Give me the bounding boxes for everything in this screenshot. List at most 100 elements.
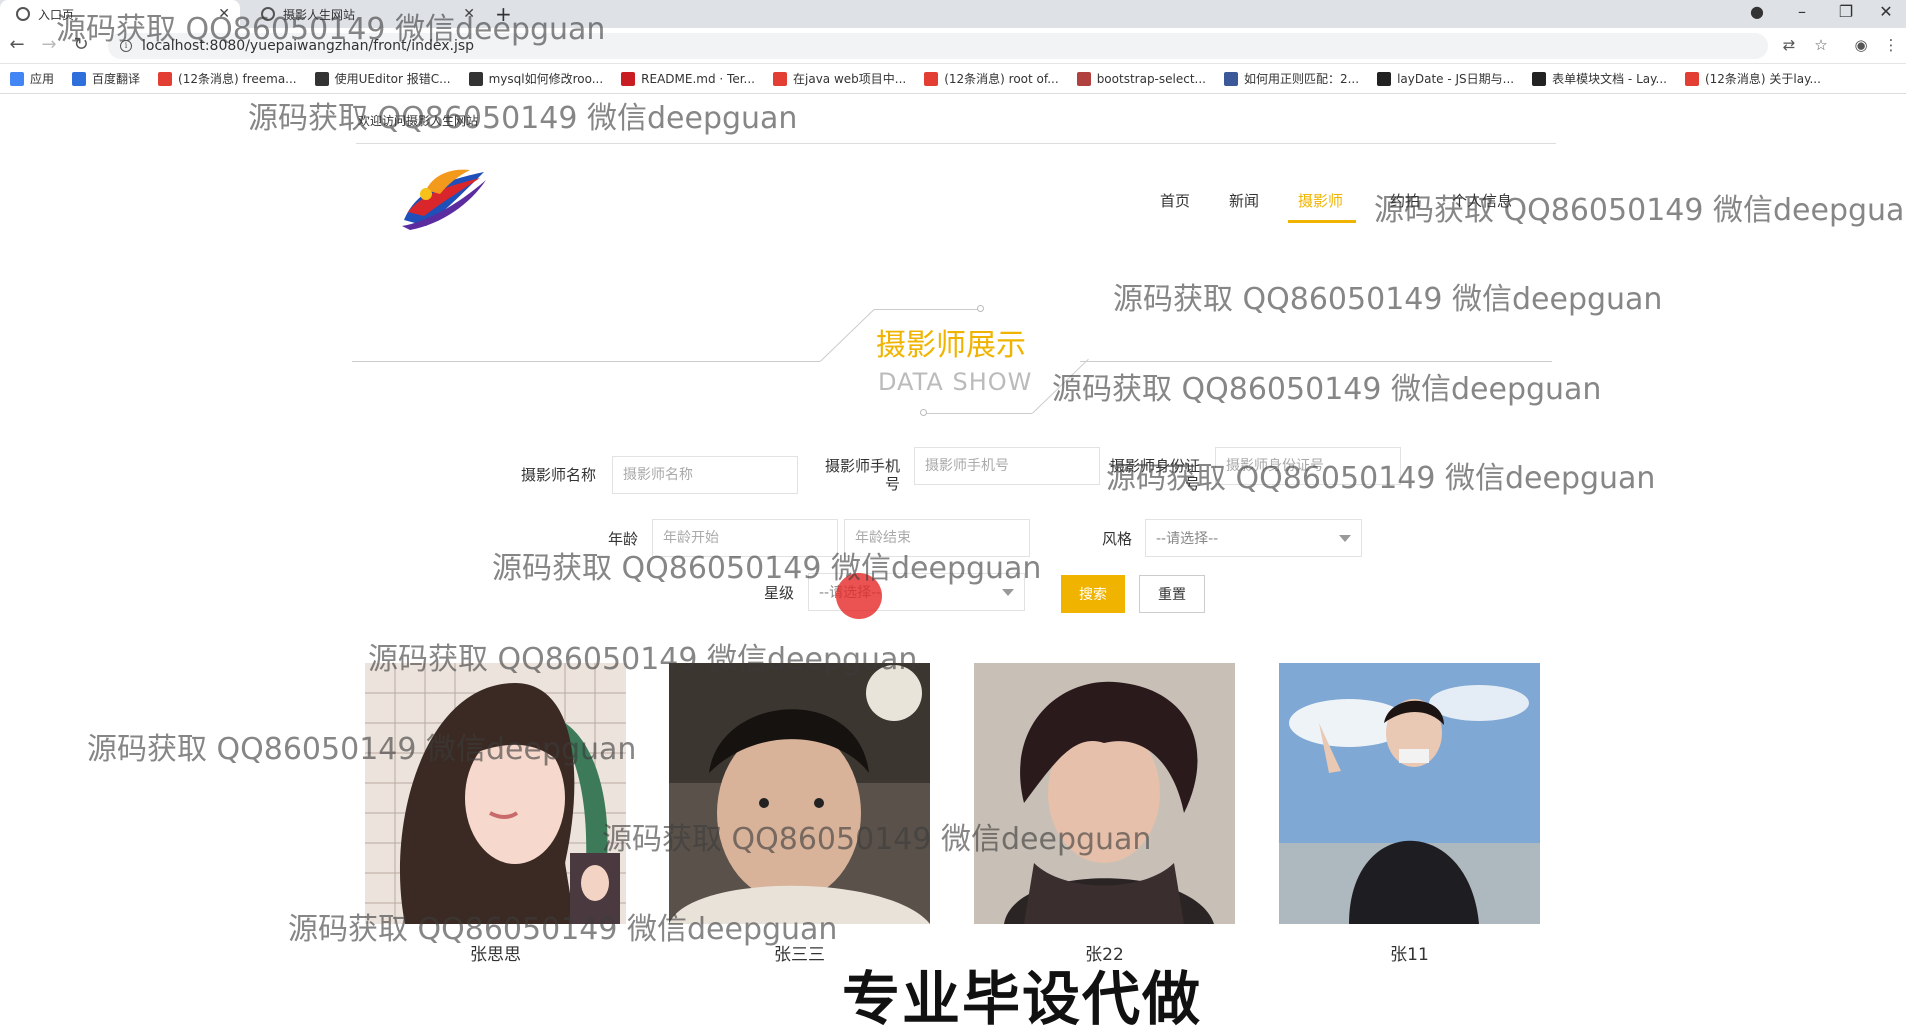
age-filter-label: 年龄 xyxy=(607,530,638,548)
csdn-icon xyxy=(773,71,787,86)
bookmark-label: 百度翻译 xyxy=(92,72,141,86)
bookmark-label: (12条消息) root of... xyxy=(944,72,1059,86)
section-divider-right xyxy=(1080,361,1552,362)
cnblogs-icon xyxy=(468,71,483,86)
bookmark-item[interactable]: mysql如何修改roo... xyxy=(468,70,604,87)
decorative-dot xyxy=(920,409,927,416)
bookmark-label: 应用 xyxy=(30,72,55,86)
url-field[interactable]: i localhost:8080/yuepaiwangzhan/front/in… xyxy=(108,33,1768,59)
decorative-line xyxy=(874,309,980,310)
csdn-icon xyxy=(1684,71,1699,86)
profile-dropdown-icon[interactable]: ● xyxy=(1737,2,1777,21)
nav-item-news[interactable]: 新闻 xyxy=(1229,190,1259,211)
profile-icon[interactable]: ◉ xyxy=(1850,36,1872,54)
bookmark-item[interactable]: (12条消息) root of... xyxy=(924,70,1059,87)
close-icon[interactable]: ✕ xyxy=(218,6,230,22)
csdn-icon xyxy=(924,71,939,86)
site-logo[interactable] xyxy=(396,160,488,232)
chevron-down-icon xyxy=(1339,535,1351,542)
photographer-card[interactable]: 张11 xyxy=(1279,663,1540,965)
url-text: localhost:8080/yuepaiwangzhan/front/inde… xyxy=(142,38,475,54)
bookmark-label: (12条消息) 关于lay... xyxy=(1704,72,1821,86)
age-start-input[interactable] xyxy=(652,519,838,557)
search-button[interactable]: 搜索 xyxy=(1061,575,1125,613)
new-tab-button[interactable]: + xyxy=(495,2,512,26)
photographer-idcard-input[interactable] xyxy=(1215,447,1401,485)
bookmark-item[interactable]: README.md · Ter... xyxy=(621,71,755,86)
watermark: 源码获取 QQ86050149 微信deepguan xyxy=(1052,372,1602,407)
photographer-card[interactable]: 张思思 xyxy=(365,663,626,965)
nav-item-appointments[interactable]: 约拍 xyxy=(1390,190,1420,211)
nav-item-photographers[interactable]: 摄影师 xyxy=(1298,190,1343,211)
reload-icon[interactable]: ↻ xyxy=(70,34,92,55)
photographer-name-input[interactable] xyxy=(612,456,798,494)
click-highlight xyxy=(836,573,882,619)
photographer-photo[interactable] xyxy=(365,663,626,924)
close-icon[interactable]: ✕ xyxy=(463,6,475,22)
back-icon[interactable]: ← xyxy=(6,34,28,55)
watermark: 源码获取 QQ86050149 微信deepguan xyxy=(248,101,798,136)
window-close-button[interactable]: ✕ xyxy=(1866,2,1906,21)
decorative-line xyxy=(820,308,875,362)
style-select[interactable]: --请选择-- xyxy=(1145,519,1362,557)
bookmark-item[interactable]: 表单模块文档 - Lay... xyxy=(1532,70,1667,87)
photographer-phone-input[interactable] xyxy=(914,447,1100,485)
bookmark-label: README.md · Ter... xyxy=(641,71,755,86)
bookmark-item[interactable]: 在java web项目中... xyxy=(773,70,906,87)
restore-button[interactable]: ❐ xyxy=(1826,2,1866,21)
site-icon xyxy=(1076,71,1091,86)
photographer-card[interactable]: 张三三 xyxy=(669,663,930,965)
header-divider xyxy=(356,143,1556,144)
apps-grid-icon xyxy=(10,71,24,86)
cnblogs-icon xyxy=(314,71,329,86)
gitee-icon xyxy=(621,71,636,86)
translate-icon[interactable]: ⇄ xyxy=(1778,36,1800,54)
bookmark-label: mysql如何修改roo... xyxy=(488,72,604,86)
photographer-photo[interactable] xyxy=(669,663,930,924)
minimize-button[interactable]: – xyxy=(1782,2,1822,21)
bookmark-item[interactable]: 如何用正则匹配：2... xyxy=(1223,70,1360,87)
photographer-name[interactable]: 张思思 xyxy=(365,940,626,965)
nav-active-underline xyxy=(1288,220,1356,223)
photographer-card[interactable]: 张22 xyxy=(974,663,1235,965)
bookmark-star-icon[interactable]: ☆ xyxy=(1810,36,1832,54)
info-icon[interactable]: i xyxy=(120,40,132,52)
name-filter-label: 摄影师名称 xyxy=(520,466,596,484)
style-select-value: --请选择-- xyxy=(1156,531,1219,547)
layui-icon xyxy=(1377,71,1392,86)
browser-tab[interactable]: 入口页 ✕ xyxy=(0,0,240,28)
bookmark-item[interactable]: (12条消息) freema... xyxy=(158,70,297,87)
bookmark-item[interactable]: 应用 xyxy=(10,70,54,87)
chevron-down-icon xyxy=(1002,589,1014,596)
photographer-name[interactable]: 张11 xyxy=(1279,940,1540,965)
photographer-photo[interactable] xyxy=(974,663,1235,924)
photographer-photo[interactable] xyxy=(1279,663,1540,924)
section-title: 摄影师展示 xyxy=(876,328,1026,363)
age-end-input[interactable] xyxy=(844,519,1030,557)
idcard-filter-label: 摄影师身份证号 xyxy=(1110,457,1201,493)
bookmark-label: 在java web项目中... xyxy=(793,72,907,86)
forward-icon[interactable]: → xyxy=(38,34,60,55)
nav-item-profile[interactable]: 个人信息 xyxy=(1452,190,1512,211)
bookmark-item[interactable]: layDate - JS日期与... xyxy=(1377,70,1514,87)
bookmark-label: 如何用正则匹配：2... xyxy=(1243,72,1360,86)
bookmark-item[interactable]: bootstrap-select... xyxy=(1076,71,1206,86)
bookmark-label: layDate - JS日期与... xyxy=(1397,72,1515,86)
bookmark-label: (12条消息) freema... xyxy=(178,72,297,86)
reset-button[interactable]: 重置 xyxy=(1139,575,1205,613)
browser-tab[interactable]: 摄影人生网站 ✕ xyxy=(245,0,485,28)
style-filter-label: 风格 xyxy=(1101,530,1132,548)
section-subtitle: DATA SHOW xyxy=(878,368,1033,396)
bookmark-item[interactable]: 使用UEditor 报错C... xyxy=(314,70,451,87)
bookmark-label: 表单模块文档 - Lay... xyxy=(1552,72,1667,86)
more-menu-icon[interactable]: ⋮ xyxy=(1880,36,1902,54)
tab-title: 摄影人生网站 xyxy=(283,7,356,22)
phone-filter-label: 摄影师手机号 xyxy=(824,457,900,493)
bookmark-item[interactable]: 百度翻译 xyxy=(72,70,140,87)
bookmark-label: 使用UEditor 报错C... xyxy=(334,72,451,86)
bookmark-item[interactable]: (12条消息) 关于lay... xyxy=(1684,70,1821,87)
welcome-text: 欢迎访问摄影人生网站 xyxy=(358,114,479,128)
nav-item-home[interactable]: 首页 xyxy=(1160,190,1190,211)
decorative-dot xyxy=(977,305,984,312)
decorative-line xyxy=(1032,358,1089,414)
